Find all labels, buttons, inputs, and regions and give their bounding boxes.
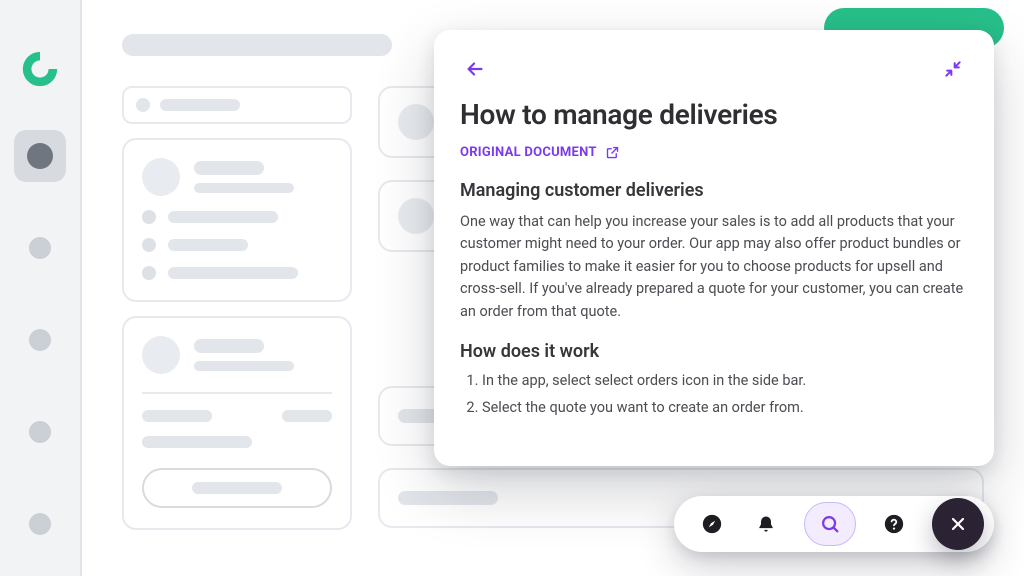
section-heading: Managing customer deliveries: [460, 180, 968, 201]
external-link-icon: [605, 145, 620, 160]
notifications-button[interactable]: [750, 508, 782, 540]
arrow-left-icon: [464, 58, 486, 80]
bell-icon: [756, 513, 776, 535]
explore-button[interactable]: [696, 508, 728, 540]
help-button[interactable]: [878, 508, 910, 540]
close-icon: [948, 514, 968, 534]
list-item: [122, 138, 352, 302]
rail-item-2[interactable]: [14, 314, 66, 366]
search-button[interactable]: [804, 502, 856, 546]
steps-list: In the app, select select orders icon in…: [460, 372, 968, 426]
compass-icon: [701, 513, 723, 535]
app-logo: [19, 48, 61, 90]
help-icon: [883, 513, 905, 535]
rail-item-0[interactable]: [14, 130, 66, 182]
assistant-toolbar: [674, 496, 994, 552]
search-icon: [819, 513, 841, 535]
step-item: In the app, select select orders icon in…: [482, 372, 968, 389]
original-document-link[interactable]: ORIGINAL DOCUMENT: [460, 145, 968, 160]
section-body: One way that can help you increase your …: [460, 211, 968, 323]
rail-item-4[interactable]: [14, 498, 66, 550]
close-button[interactable]: [932, 498, 984, 550]
rail-item-1[interactable]: [14, 222, 66, 274]
app-rail: [0, 0, 82, 576]
article-title: How to manage deliveries: [460, 98, 968, 131]
back-button[interactable]: [460, 54, 490, 84]
skeleton-action-button: [142, 468, 332, 508]
list-item: [122, 316, 352, 530]
article-panel: How to manage deliveries ORIGINAL DOCUME…: [434, 30, 994, 466]
step-item: Select the quote you want to create an o…: [482, 399, 968, 416]
minimize-button[interactable]: [938, 54, 968, 84]
collapse-icon: [943, 59, 963, 79]
rail-item-3[interactable]: [14, 406, 66, 458]
section-heading: How does it work: [460, 341, 968, 362]
original-document-label: ORIGINAL DOCUMENT: [460, 145, 597, 160]
